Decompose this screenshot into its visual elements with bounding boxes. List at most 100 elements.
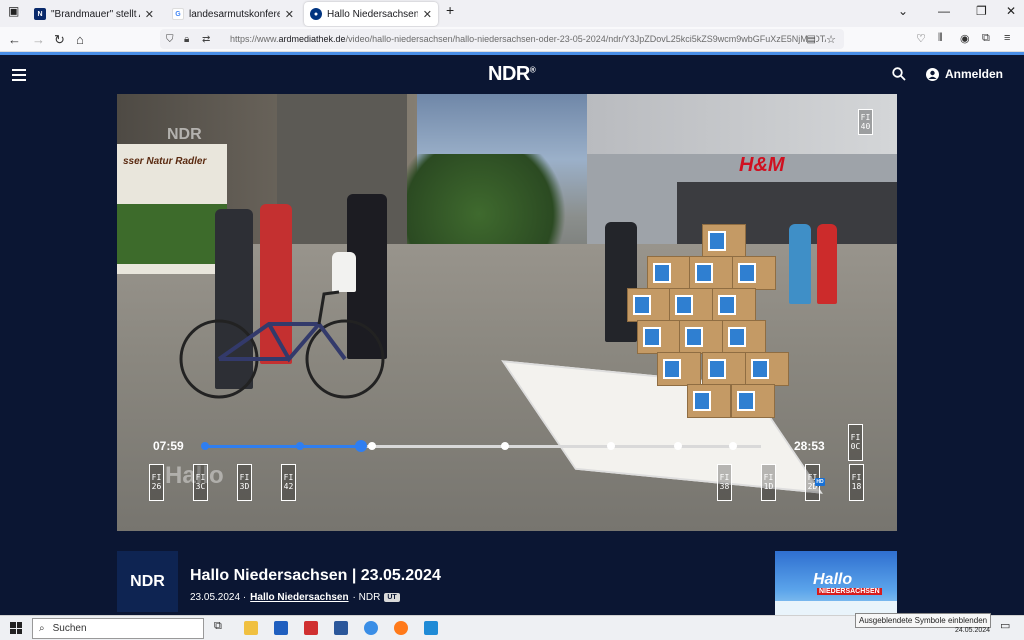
ndr-watermark: NDR xyxy=(167,126,202,143)
video-date: 23.05.2024 · xyxy=(190,592,247,603)
logo-text: NDR xyxy=(488,63,530,85)
store-icon[interactable] xyxy=(274,621,288,635)
forward-icon[interactable]: → xyxy=(32,32,45,47)
close-icon[interactable]: ✕ xyxy=(145,8,154,21)
account-icon[interactable]: ◉ xyxy=(960,32,970,45)
box xyxy=(722,320,766,354)
tab-title: "Brandmauer" stellt AfD-Aussa xyxy=(51,8,140,20)
hd-badge: HD xyxy=(815,478,825,486)
taskbar-search-label: Suchen xyxy=(52,623,87,634)
tab-bar: ▣ N "Brandmauer" stellt AfD-Aussa ✕ G la… xyxy=(0,0,1024,27)
minimize-icon[interactable]: — xyxy=(938,4,950,18)
login-button[interactable]: Anmelden xyxy=(926,67,1003,81)
tab-1[interactable]: N "Brandmauer" stellt AfD-Aussa ✕ xyxy=(28,2,160,26)
chapter-marker[interactable] xyxy=(295,442,304,450)
chapter-code[interactable]: FI 3C xyxy=(193,464,208,501)
tab-list-icon[interactable]: ▣ xyxy=(8,4,19,18)
box xyxy=(732,256,776,290)
notification-icon[interactable]: ▭ xyxy=(1000,619,1010,632)
seek-handle[interactable] xyxy=(354,440,367,452)
url-prefix: https://www. xyxy=(230,34,279,44)
chapter-marker[interactable] xyxy=(606,442,615,450)
library-icon[interactable]: ⫴ xyxy=(938,32,943,45)
tab-title: landesarmutskonferenz - Goog xyxy=(189,8,280,20)
ndr-logo[interactable]: NDR® xyxy=(488,63,536,86)
box xyxy=(687,384,731,418)
google-favicon-icon: G xyxy=(172,8,184,20)
url-path: /video/hallo-niedersachsen/hallo-nieders… xyxy=(345,34,836,44)
pocket-icon[interactable]: ♡ xyxy=(916,32,926,45)
seek-bar-progress xyxy=(205,445,361,448)
search-icon: ⌕ xyxy=(39,623,45,634)
channel-thumbnail[interactable]: NDR xyxy=(117,551,178,612)
task-view-icon[interactable]: ⧉ xyxy=(214,620,222,633)
file-explorer-icon[interactable] xyxy=(244,621,258,635)
chapter-code[interactable]: FI 26 xyxy=(149,464,164,501)
bookmark-star-icon[interactable]: ☆ xyxy=(826,32,836,46)
close-icon[interactable]: ✕ xyxy=(423,8,432,21)
chevron-down-icon[interactable]: ⌄ xyxy=(898,4,908,18)
browser-chrome: ▣ N "Brandmauer" stellt AfD-Aussa ✕ G la… xyxy=(0,0,1024,52)
url-bar[interactable]: ⛉ 🔒︎ ⇄ https://www. ardmediathek.de/video… xyxy=(160,29,844,49)
tab-title: Hallo Niedersachsen | 23.05.20 xyxy=(327,8,418,20)
taskbar-search[interactable]: ⌕ Suchen xyxy=(32,618,204,639)
chapter-marker[interactable] xyxy=(367,442,376,450)
tab-2[interactable]: G landesarmutskonferenz - Goog ✕ xyxy=(166,2,300,26)
hamburger-menu-icon[interactable] xyxy=(12,69,26,81)
back-icon[interactable]: ← xyxy=(8,32,21,47)
person-figure xyxy=(817,224,837,304)
url-domain: ardmediathek.de xyxy=(278,34,346,44)
restore-icon[interactable]: ❐ xyxy=(976,4,987,18)
new-tab-icon[interactable]: + xyxy=(446,2,454,18)
seek-bar[interactable] xyxy=(201,440,761,452)
edge-icon[interactable] xyxy=(364,621,378,635)
current-time: 07:59 xyxy=(153,439,184,453)
reload-icon[interactable]: ↻ xyxy=(54,32,65,48)
chapter-code[interactable]: FI 1D xyxy=(761,464,776,501)
permissions-icon[interactable]: ⇄ xyxy=(202,34,210,45)
bicycle xyxy=(179,290,385,399)
close-icon[interactable]: ✕ xyxy=(285,8,294,21)
chapter-code[interactable]: FI 38 xyxy=(717,464,732,501)
show-link[interactable]: Hallo Niedersachsen xyxy=(250,592,348,603)
box xyxy=(712,288,756,322)
video-scene-truck: sser Natur Radler xyxy=(117,144,227,274)
chapter-code[interactable]: FI 18 xyxy=(849,464,864,501)
chapter-code[interactable]: FI 3D xyxy=(237,464,252,501)
box xyxy=(657,352,701,386)
window-close-icon[interactable]: ✕ xyxy=(1006,4,1016,18)
box xyxy=(637,320,681,354)
chapter-code[interactable]: FI 0C xyxy=(848,424,863,461)
reader-view-icon[interactable]: ▤ xyxy=(806,33,816,45)
home-icon[interactable]: ⌂ xyxy=(76,32,84,47)
firefox-icon[interactable] xyxy=(394,621,408,635)
remote-desktop-icon[interactable] xyxy=(424,621,438,635)
user-icon xyxy=(926,67,939,81)
show-promo-thumbnail[interactable]: Hallo NIEDERSACHSEN xyxy=(775,551,897,615)
menu-icon[interactable]: ≡ xyxy=(1004,32,1010,44)
chapter-marker[interactable] xyxy=(673,442,682,450)
promo-subtitle: NIEDERSACHSEN xyxy=(817,588,882,595)
nav-bar: ← → ↻ ⌂ ⛉ 🔒︎ ⇄ https://www. ardmediathek.… xyxy=(0,27,1024,52)
media-app-icon[interactable] xyxy=(304,621,318,635)
chapter-marker[interactable] xyxy=(201,442,209,450)
ard-mediathek-page: NDR® Anmelden H&M sser Natur Radler NDR xyxy=(0,55,1024,615)
box xyxy=(745,352,789,386)
store-sign: H&M xyxy=(739,154,785,176)
ard-favicon-icon: ● xyxy=(310,8,322,20)
ndr-favicon-icon: N xyxy=(34,8,46,20)
shield-icon[interactable]: ⛉ xyxy=(166,34,174,45)
promo-title: Hallo xyxy=(813,571,853,588)
search-icon[interactable] xyxy=(892,67,906,81)
login-label: Anmelden xyxy=(945,67,1004,81)
box xyxy=(647,256,691,290)
word-icon[interactable] xyxy=(334,621,348,635)
video-player[interactable]: H&M sser Natur Radler NDR Hallo FI 40 FI… xyxy=(117,94,897,531)
extensions-icon[interactable]: ⧉ xyxy=(982,32,990,45)
chapter-code[interactable]: FI 42 xyxy=(281,464,296,501)
chapter-code[interactable]: FI 40 xyxy=(858,109,873,135)
windows-start-icon[interactable] xyxy=(10,622,22,634)
tab-3-active[interactable]: ● Hallo Niedersachsen | 23.05.20 ✕ xyxy=(304,2,438,26)
lock-icon[interactable]: 🔒︎ xyxy=(184,34,189,45)
channel-name: · NDR xyxy=(352,592,381,603)
